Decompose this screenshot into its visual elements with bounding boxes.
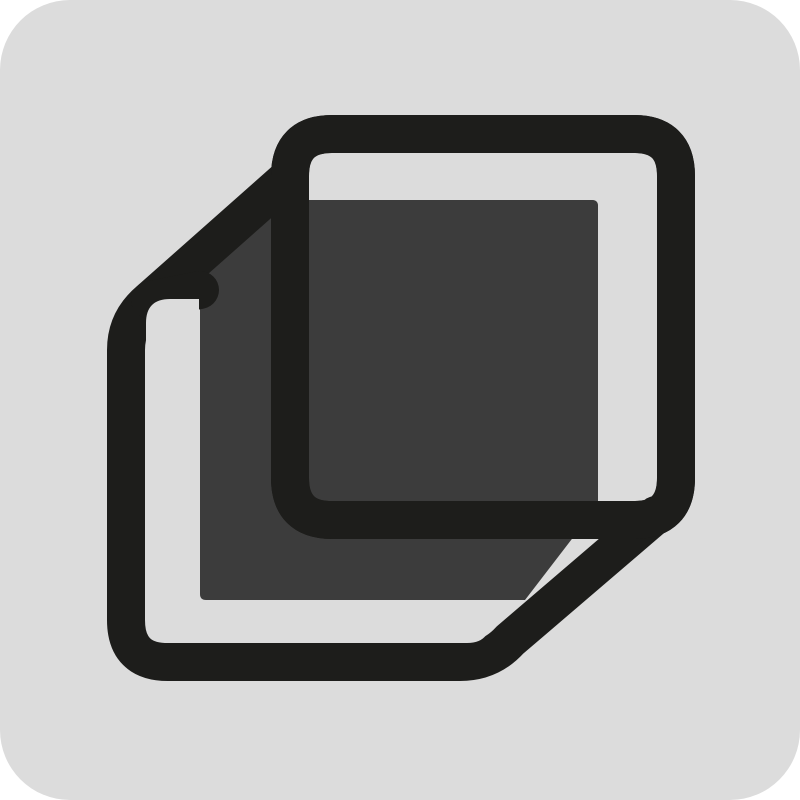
shaded-face-inner — [310, 200, 598, 500]
box-3d-icon — [0, 0, 800, 800]
app-icon-tile — [0, 0, 800, 800]
front-square-top-edge — [131, 271, 219, 319]
